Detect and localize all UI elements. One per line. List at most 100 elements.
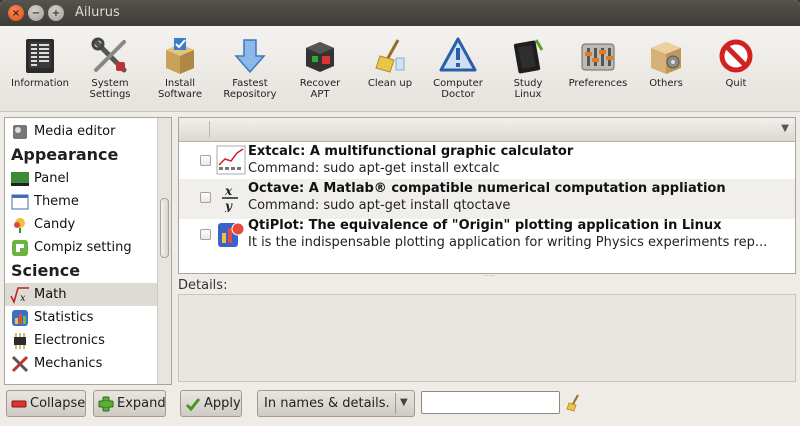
svg-text:y: y [224,199,233,212]
maximize-window-button[interactable]: + [48,5,64,21]
octave-icon: xy [216,182,246,213]
dropdown-separator [395,393,396,414]
install-software-icon [160,36,200,76]
search-scope-selected: In names & details. [264,396,390,411]
sidebar-item-media-editor[interactable]: Media editor [5,120,158,143]
install-checkbox[interactable] [200,229,211,240]
sidebar-item-label: Mechanics [34,356,103,371]
sidebar-item-label: Compiz setting [34,240,132,255]
clear-search-broom-icon[interactable] [566,394,582,412]
toolbar-others-button[interactable]: Others [634,32,698,108]
list-item-octave[interactable]: xy Octave: A Matlab® compatible numerica… [179,179,795,219]
toolbar-quit-label: Quit [725,78,747,89]
chevron-down-icon: ▼ [400,397,408,408]
toolbar-fastest-repository-button[interactable]: Fastest Repository [218,32,282,108]
toolbar-preferences-label: Preferences [568,78,628,89]
sidebar-item-mechanics[interactable]: Mechanics [5,352,158,375]
collapse-button[interactable]: Collapse [6,390,86,417]
details-label: Details: [178,278,228,293]
close-window-button[interactable]: × [8,5,24,21]
toolbar-recover-apt-label: Recover APT [299,78,341,100]
list-item-qtiplot[interactable]: QtiPlot: The equivalence of "Origin" plo… [179,216,795,256]
list-item-title: QtiPlot: The equivalence of "Origin" plo… [248,218,722,233]
sidebar-item-label: Media editor [34,124,116,139]
computer-doctor-icon [438,36,478,76]
system-settings-icon [90,36,130,76]
search-scope-dropdown[interactable]: In names & details. ▼ [257,390,415,417]
expand-button-label: Expand [117,396,166,411]
sidebar-heading-appearance: Appearance [11,145,119,164]
sidebar-scrollbar-thumb[interactable] [160,198,169,258]
toolbar-system-settings-button[interactable]: System Settings [78,32,142,108]
list-header[interactable]: ▼ [179,118,795,142]
mechanics-icon [10,355,30,373]
list-item-description: Command: sudo apt-get install extcalc [248,161,500,176]
toolbar-information-label: Information [11,78,69,89]
pane-splitter-grip[interactable]: ····· [484,272,495,280]
search-input[interactable] [421,391,560,414]
clean-up-icon [370,36,410,76]
theme-icon [10,193,30,211]
window-title: Ailurus [75,5,120,20]
information-icon [20,36,60,76]
svg-text:x: x [224,184,233,198]
toolbar-clean-up-button[interactable]: Clean up [358,32,422,108]
toolbar-recover-apt-button[interactable]: Recover APT [288,32,352,108]
minimize-window-button[interactable]: − [28,5,44,21]
list-item-description: Command: sudo apt-get install qtoctave [248,198,511,213]
recover-apt-icon [300,36,340,76]
toolbar-preferences-button[interactable]: Preferences [566,32,630,108]
install-checkbox[interactable] [200,155,211,166]
sidebar-item-statistics[interactable]: Statistics [5,306,158,329]
toolbar-information-button[interactable]: Information [8,32,72,108]
toolbar-install-software-label: Install Software [157,78,203,100]
sidebar-item-electronics[interactable]: Electronics [5,329,158,352]
ailurus-window: × − + Ailurus Information System Setting… [0,0,800,426]
maximize-icon: + [51,7,61,19]
sidebar-item-label: Electronics [34,333,105,348]
math-icon: x [10,286,30,304]
list-item-description: It is the indispensable plotting applica… [248,235,768,250]
electronics-icon [10,332,30,350]
toolbar-clean-up-label: Clean up [367,78,413,89]
category-sidebar[interactable]: Media editor Appearance Panel Theme Cand… [4,117,172,385]
qtiplot-icon [216,219,246,249]
title-bar[interactable]: × − + Ailurus [0,0,800,26]
fastest-repository-icon [230,36,270,76]
sidebar-item-label: Theme [34,194,79,209]
toolbar-computer-doctor-button[interactable]: Computer Doctor [426,32,490,108]
checkmark-icon [185,396,201,412]
others-icon [646,36,686,76]
expand-button[interactable]: Expand [93,390,166,417]
list-item-title: Extcalc: A multifunctional graphic calcu… [248,144,574,159]
toolbar-others-label: Others [649,78,683,89]
sidebar-item-candy[interactable]: Candy [5,213,158,236]
sidebar-item-label: Math [34,287,67,302]
toolbar-quit-button[interactable]: Quit [704,32,768,108]
collapse-button-label: Collapse [30,396,86,411]
list-item-extcalc[interactable]: Extcalc: A multifunctional graphic calcu… [179,142,795,182]
toolbar-install-software-button[interactable]: Install Software [148,32,212,108]
svg-text:x: x [20,293,26,304]
compiz-icon [10,239,30,257]
sidebar-item-theme[interactable]: Theme [5,190,158,213]
list-item-title: Octave: A Matlab® compatible numerical c… [248,181,726,196]
toolbar-fastest-repository-label: Fastest Repository [223,78,277,100]
sidebar-item-math[interactable]: x Math [5,283,158,306]
apply-button[interactable]: Apply [180,390,242,417]
list-header-separator [209,121,210,138]
panel-icon [10,170,30,188]
toolbar-system-settings-label: System Settings [89,78,131,100]
candy-icon [10,216,30,234]
toolbar-study-linux-button[interactable]: Study Linux [496,32,560,108]
install-checkbox[interactable] [200,192,211,203]
sort-arrow-icon[interactable]: ▼ [781,123,789,134]
preferences-icon [578,36,618,76]
details-panel[interactable] [178,294,796,382]
sidebar-scrollbar[interactable] [157,118,171,384]
sidebar-item-panel[interactable]: Panel [5,167,158,190]
sidebar-item-label: Candy [34,217,76,232]
sidebar-item-compiz-setting[interactable]: Compiz setting [5,236,158,259]
main-toolbar: Information System Settings Install Soft… [0,26,800,112]
software-list[interactable]: ▼ Extcalc: A multifunctional graphic cal… [178,117,796,274]
